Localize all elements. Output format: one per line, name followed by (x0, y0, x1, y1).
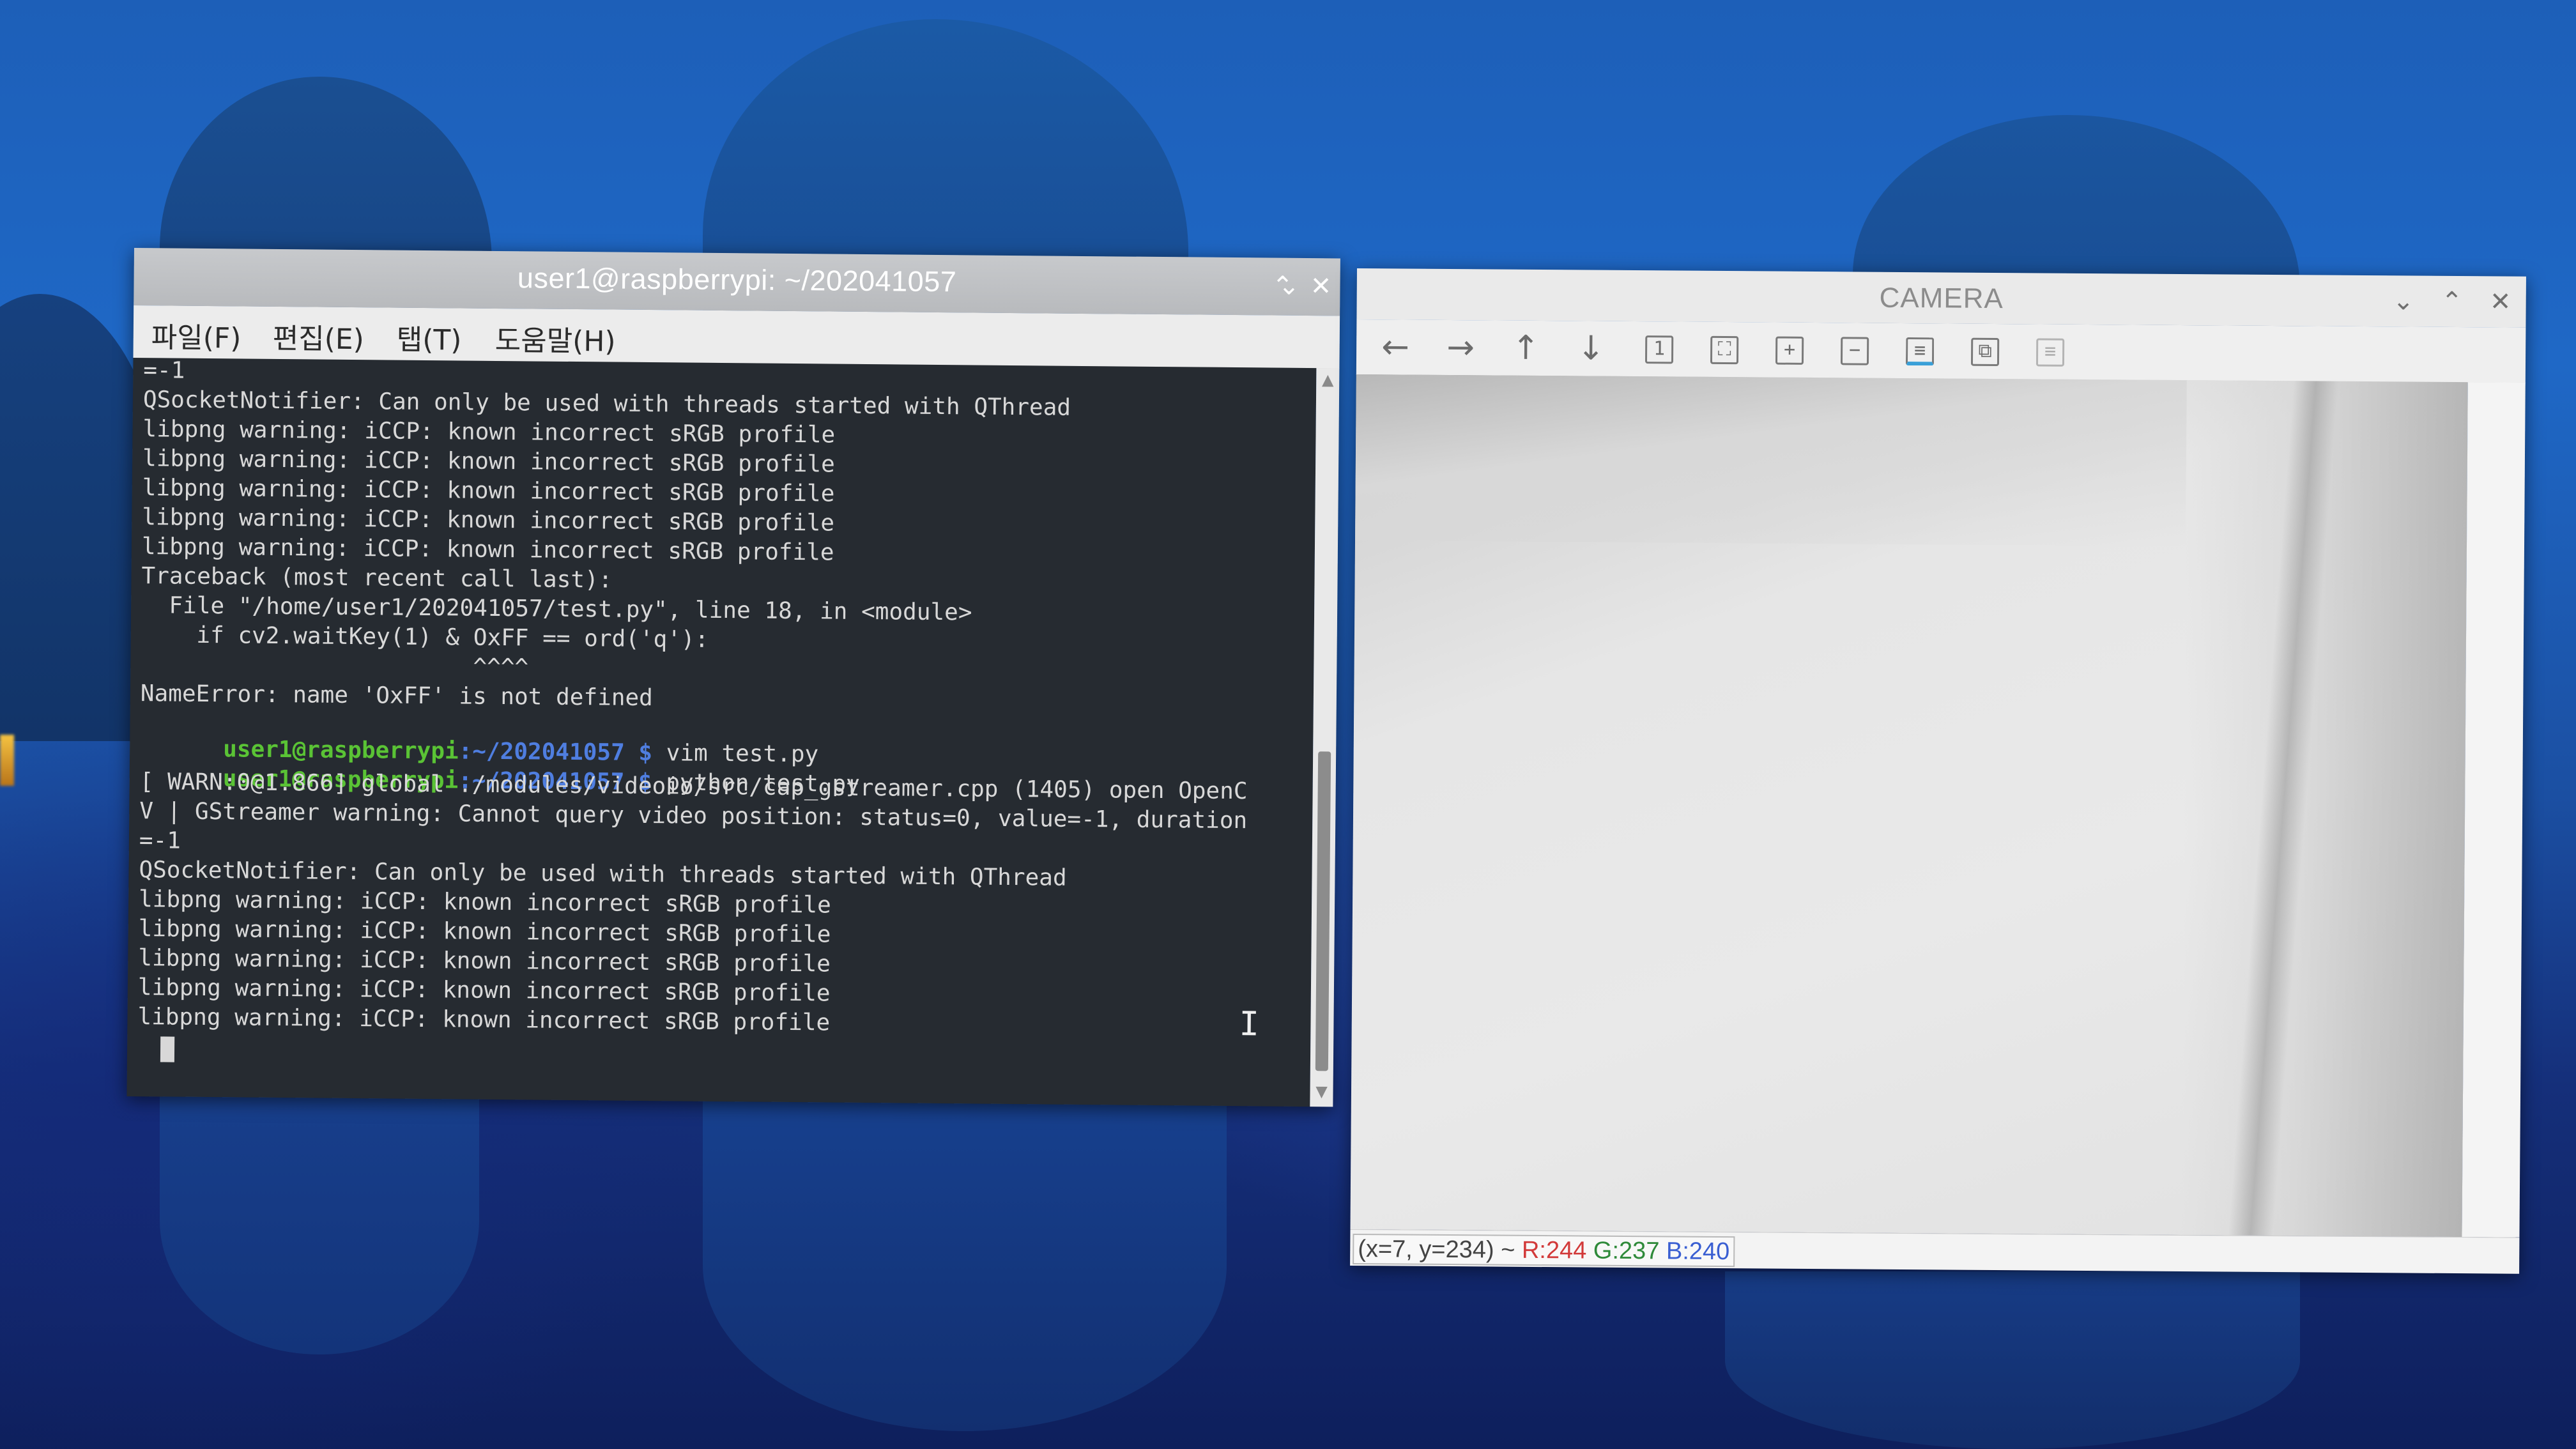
terminal-line: libpng warning: iCCP: known incorrect sR… (138, 945, 831, 977)
terminal-line: libpng warning: iCCP: known incorrect sR… (138, 886, 831, 919)
pixel-green-value: G:237 (1586, 1237, 1660, 1265)
terminal-line: libpng warning: iCCP: known incorrect sR… (141, 533, 834, 566)
arrow-right-icon[interactable]: → (1442, 328, 1479, 367)
zoom-fit-icon[interactable]: ⛶ (1710, 335, 1739, 365)
pixel-blue-value: B:240 (1659, 1238, 1730, 1266)
menu-tabs[interactable]: 탭(T) (397, 317, 462, 358)
arrow-down-icon[interactable]: ↓ (1572, 329, 1609, 367)
terminal-output[interactable]: =-1 QSocketNotifier: Can only be used wi… (126, 357, 1317, 1107)
scroll-up-arrow-icon[interactable]: ▲ (1320, 371, 1335, 388)
scrollbar-thumb[interactable] (1315, 751, 1331, 1071)
maximize-button[interactable]: ⌃ (1264, 268, 1300, 303)
text-cursor-icon: I (1239, 1005, 1260, 1044)
close-button[interactable]: ✕ (2482, 284, 2518, 319)
water-reflection (1725, 1271, 2300, 1449)
maximize-button[interactable]: ⌃ (2434, 284, 2469, 319)
terminal-line: if cv2.waitKey(1) & OxFF == ord('q'): (141, 622, 709, 653)
terminal-title: user1@raspberrypi: ~/202041057 (517, 261, 957, 298)
camera-title: CAMERA (1879, 282, 2004, 315)
terminal-line: ^^^^ (141, 651, 529, 681)
close-button[interactable]: ✕ (1303, 268, 1338, 304)
pixel-info: (x=7, y=234) ~ R:244 G:237 B:240 (1353, 1233, 1735, 1268)
zoom-original-icon[interactable]: 1 (1644, 335, 1674, 364)
terminal-line: NameError: name 'OxFF' is not defined (140, 680, 653, 712)
zoom-in-icon[interactable]: + (1775, 336, 1804, 365)
water-reflection (703, 1099, 1227, 1431)
terminal-line: =-1 (143, 357, 185, 384)
terminal-line: libpng warning: iCCP: known incorrect sR… (137, 1004, 831, 1036)
boat-lantern (0, 735, 14, 786)
terminal-line: File "/home/user1/202041057/test.py", li… (141, 592, 972, 626)
terminal-line: libpng warning: iCCP: known incorrect sR… (142, 445, 835, 478)
terminal-line: Traceback (most recent call last): (141, 563, 613, 594)
camera-side-panel (2462, 382, 2526, 1238)
terminal-line: V | GStreamer warning: Cannot query vide… (139, 798, 1248, 834)
terminal-line: libpng warning: iCCP: known incorrect sR… (137, 974, 831, 1007)
camera-frame-ceiling (1355, 374, 2187, 547)
terminal-line: libpng warning: iCCP: known incorrect sR… (142, 504, 835, 537)
camera-window[interactable]: CAMERA ⌄ ⌃ ✕ ← → ↑ ↓ 1 ⛶ + − ≡ ⧉ ≡ (x=7,… (1350, 268, 2526, 1274)
terminal-line: libpng warning: iCCP: known incorrect sR… (138, 916, 831, 948)
pixel-red-value: R:244 (1515, 1236, 1587, 1264)
arrow-left-icon[interactable]: ← (1377, 328, 1414, 366)
terminal-cursor (160, 1036, 175, 1062)
minimize-button[interactable]: ⌄ (2385, 283, 2421, 319)
camera-image-view[interactable] (1350, 374, 2468, 1238)
copy-image-icon[interactable]: ⧉ (1970, 337, 2000, 367)
terminal-line: QSocketNotifier: Can only be used with t… (142, 387, 1071, 421)
terminal-line: libpng warning: iCCP: known incorrect sR… (142, 416, 836, 448)
water-reflection (160, 1086, 479, 1354)
camera-statusbar: (x=7, y=234) ~ R:244 G:237 B:240 (1350, 1229, 2520, 1274)
save-image-icon[interactable]: ≡ (1905, 337, 1935, 366)
terminal-line: QSocketNotifier: Can only be used with t… (139, 857, 1067, 891)
menu-file[interactable]: 파일(F) (151, 314, 241, 356)
properties-icon[interactable]: ≡ (2035, 338, 2065, 367)
terminal-titlebar[interactable]: user1@raspberrypi: ~/202041057 ⌄ ⌃ ✕ (134, 248, 1340, 316)
arrow-up-icon[interactable]: ↑ (1507, 329, 1544, 367)
menu-help[interactable]: 도움말(H) (495, 318, 616, 360)
terminal-line: libpng warning: iCCP: known incorrect sR… (142, 475, 835, 507)
terminal-window[interactable]: user1@raspberrypi: ~/202041057 ⌄ ⌃ ✕ 파일(… (126, 248, 1340, 1107)
camera-toolbar: ← → ↑ ↓ 1 ⛶ + − ≡ ⧉ ≡ (1356, 319, 2526, 383)
zoom-out-icon[interactable]: − (1840, 337, 1869, 365)
scroll-down-arrow-icon[interactable]: ▼ (1314, 1082, 1329, 1100)
menu-edit[interactable]: 편집(E) (273, 316, 365, 357)
camera-titlebar[interactable]: CAMERA ⌄ ⌃ ✕ (1356, 268, 2526, 328)
pixel-coordinate: (x=7, y=234) ~ (1358, 1236, 1515, 1264)
terminal-line: =-1 (139, 827, 181, 854)
